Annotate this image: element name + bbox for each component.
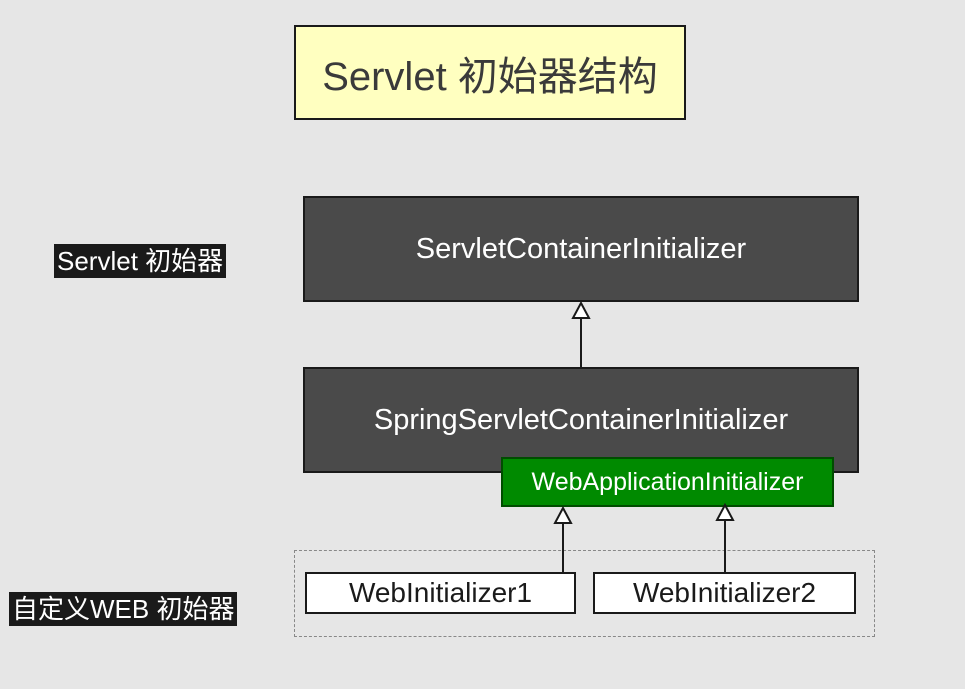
inheritance-arrows [553,300,735,572]
inheritance-arrow-wi1-to-wai [553,505,573,572]
inheritance-arrow-ssci-to-sci [571,300,591,367]
inheritance-arrow-wi2-to-wai [715,502,735,572]
